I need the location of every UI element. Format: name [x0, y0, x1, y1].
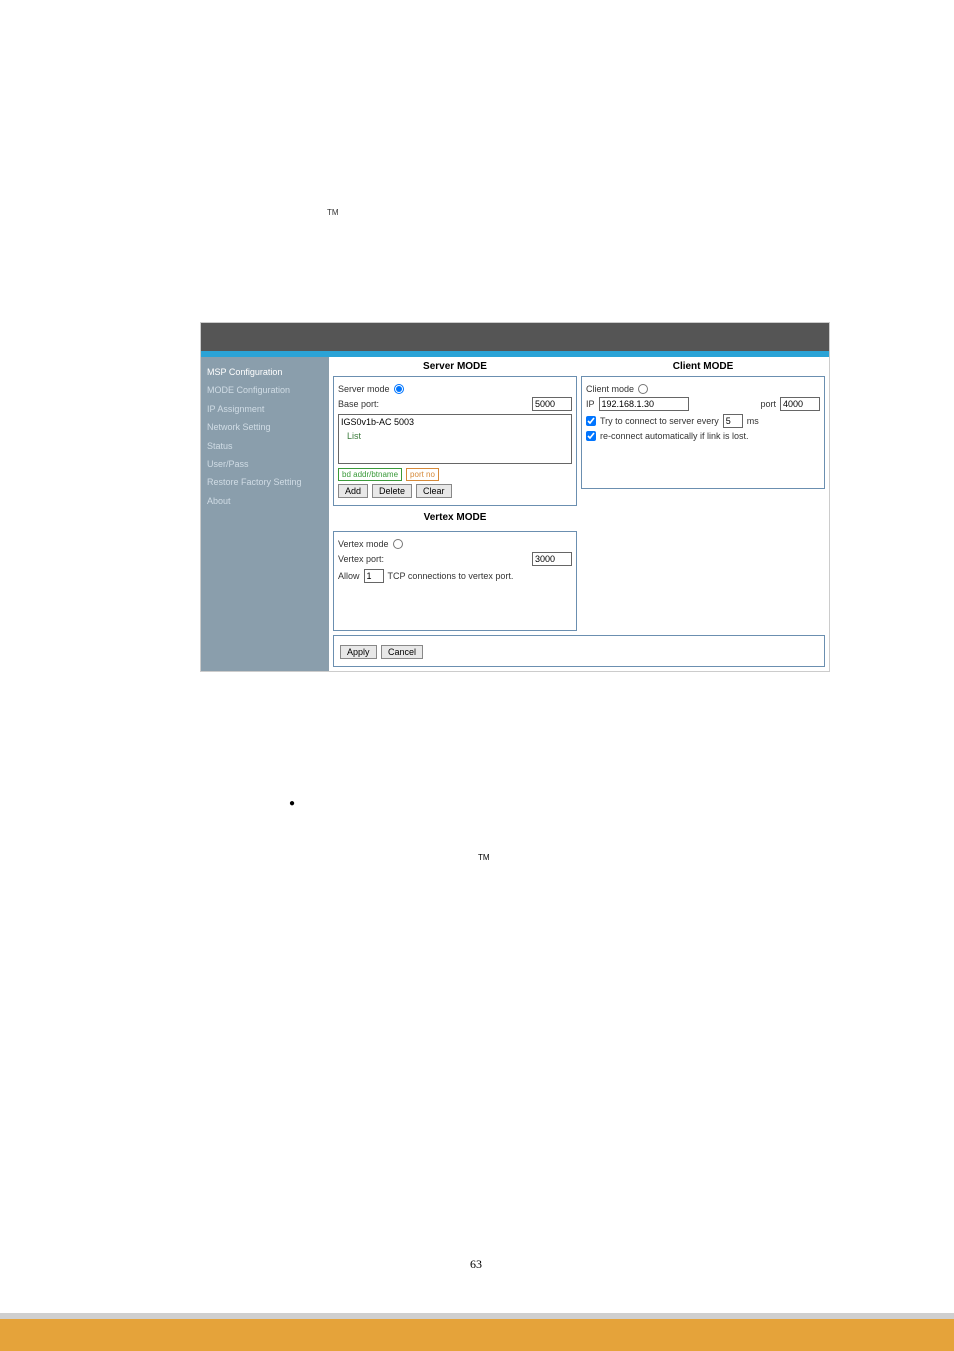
vertex-allow-suffix: TCP connections to vertex port.	[388, 571, 514, 581]
sidebar-item-ip-assignment[interactable]: IP Assignment	[201, 400, 329, 418]
client-ip-input[interactable]	[599, 397, 689, 411]
sidebar-item-about[interactable]: About	[201, 492, 329, 510]
vertex-port-input[interactable]	[532, 552, 572, 566]
content-area: MSP Configuration MODE Configuration IP …	[201, 357, 829, 671]
cancel-button[interactable]: Cancel	[381, 645, 423, 659]
window-titlebar	[201, 323, 829, 351]
page-number: 63	[470, 1257, 482, 1272]
vertex-mode-radio[interactable]	[393, 539, 403, 549]
sidebar-item-restore-factory[interactable]: Restore Factory Setting	[201, 473, 329, 491]
server-mode-radio-label: Server mode	[338, 384, 390, 394]
sidebar-nav: MSP Configuration MODE Configuration IP …	[201, 357, 329, 671]
try-connect-label: Try to connect to server every	[600, 416, 719, 426]
vertex-mode-title: Vertex MODE	[333, 512, 577, 527]
apply-button[interactable]: Apply	[340, 645, 377, 659]
footer-bar	[0, 1313, 954, 1351]
base-port-input[interactable]	[532, 397, 572, 411]
server-mode-box: Server mode Base port: IGS0v1b-AC 5003 L…	[333, 376, 577, 506]
mode-row: Server MODE Server mode Base port: IG	[333, 361, 825, 631]
try-connect-input[interactable]	[723, 414, 743, 428]
client-mode-radio[interactable]	[638, 384, 648, 394]
client-ip-label: IP	[586, 399, 595, 409]
sidebar-item-user-pass[interactable]: User/Pass	[201, 455, 329, 473]
vertex-mode-box: Vertex mode Vertex port: Allow TCP conne…	[333, 531, 577, 631]
sidebar-item-status[interactable]: Status	[201, 437, 329, 455]
server-list-entry[interactable]: IGS0v1b-AC 5003	[341, 417, 569, 427]
client-port-label: port	[760, 399, 776, 409]
server-mode-column: Server MODE Server mode Base port: IG	[333, 361, 577, 631]
client-mode-box: Client mode IP port Try to conn	[581, 376, 825, 489]
server-list-box[interactable]: IGS0v1b-AC 5003 List	[338, 414, 572, 464]
server-mode-radio[interactable]	[394, 384, 404, 394]
client-port-input[interactable]	[780, 397, 820, 411]
footer-orange-bar	[0, 1319, 954, 1351]
server-list-label: List	[341, 427, 569, 445]
bdaddr-placeholder[interactable]: bd addr/btname	[338, 468, 402, 481]
main-panel: Server MODE Server mode Base port: IG	[329, 357, 829, 671]
client-mode-radio-label: Client mode	[586, 384, 634, 394]
action-bar: Apply Cancel	[333, 635, 825, 667]
base-port-label: Base port:	[338, 399, 379, 409]
sidebar-item-mode-config[interactable]: MODE Configuration	[201, 381, 329, 399]
try-connect-checkbox[interactable]	[586, 416, 596, 426]
bullet-point: ●	[289, 798, 295, 809]
sidebar-item-msp-config[interactable]: MSP Configuration	[201, 363, 329, 381]
client-mode-title: Client MODE	[581, 361, 825, 376]
try-connect-unit: ms	[747, 416, 759, 426]
trademark-symbol-2: TM	[478, 853, 490, 862]
vertex-allow-label: Allow	[338, 571, 360, 581]
add-button[interactable]: Add	[338, 484, 368, 498]
reconnect-label: re-connect automatically if link is lost…	[600, 431, 749, 441]
clear-button[interactable]: Clear	[416, 484, 452, 498]
config-window: MSP Configuration MODE Configuration IP …	[200, 322, 830, 672]
sidebar-item-network-setting[interactable]: Network Setting	[201, 418, 329, 436]
delete-button[interactable]: Delete	[372, 484, 412, 498]
vertex-allow-input[interactable]	[364, 569, 384, 583]
trademark-symbol: TM	[327, 208, 339, 217]
portno-placeholder[interactable]: port no	[406, 468, 439, 481]
vertex-port-label: Vertex port:	[338, 554, 384, 564]
client-mode-column: Client MODE Client mode IP port	[581, 361, 825, 631]
vertex-mode-radio-label: Vertex mode	[338, 539, 389, 549]
reconnect-checkbox[interactable]	[586, 431, 596, 441]
server-mode-title: Server MODE	[333, 361, 577, 376]
